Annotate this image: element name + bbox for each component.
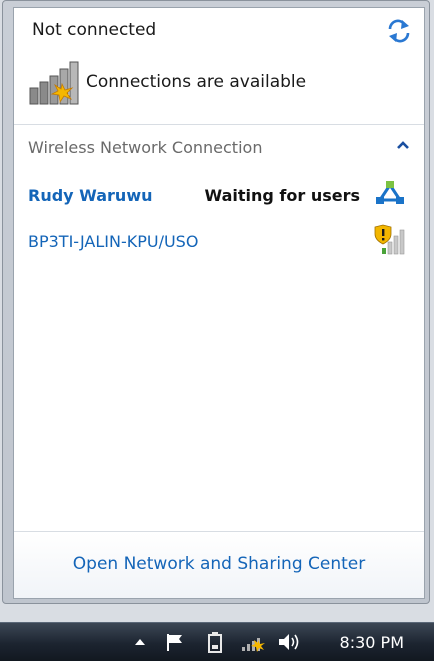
action-center-flag-icon[interactable] xyxy=(162,631,188,653)
connection-status-section: Not connected Connections are available xyxy=(14,8,424,122)
open-network-sharing-center-link[interactable]: Open Network and Sharing Center xyxy=(14,554,424,574)
refresh-icon[interactable] xyxy=(386,18,412,44)
flyout-footer: Open Network and Sharing Center xyxy=(14,531,424,598)
volume-icon[interactable] xyxy=(276,631,304,653)
network-flyout: Not connected Connections are available … xyxy=(13,7,425,599)
taskbar: 8:30 PM xyxy=(0,622,434,661)
battery-icon[interactable] xyxy=(205,631,225,653)
network-name: Rudy Waruwu xyxy=(28,186,153,205)
secured-signal-icon xyxy=(374,224,405,255)
show-hidden-icons-icon[interactable] xyxy=(133,631,147,653)
taskbar-clock[interactable]: 8:30 PM xyxy=(340,633,404,652)
signal-available-icon xyxy=(29,61,79,105)
section-divider xyxy=(14,124,424,125)
wireless-section-header[interactable]: Wireless Network Connection xyxy=(14,126,424,166)
network-item-bp3ti-jalin-kpu-uso[interactable]: BP3TI-JALIN-KPU/USO xyxy=(14,220,424,260)
network-icon[interactable] xyxy=(240,631,268,653)
network-flyout-frame: Not connected Connections are available … xyxy=(2,0,430,604)
wireless-section-label: Wireless Network Connection xyxy=(28,138,263,157)
network-status: Waiting for users xyxy=(204,186,361,205)
chevron-up-icon[interactable] xyxy=(396,140,410,150)
adhoc-network-icon xyxy=(376,181,404,204)
network-name: BP3TI-JALIN-KPU/USO xyxy=(28,232,199,251)
connection-status-title: Not connected xyxy=(32,20,157,40)
network-item-rudy-waruwu[interactable]: Rudy Waruwu Waiting for users xyxy=(14,174,424,214)
connections-available-text: Connections are available xyxy=(86,72,307,92)
